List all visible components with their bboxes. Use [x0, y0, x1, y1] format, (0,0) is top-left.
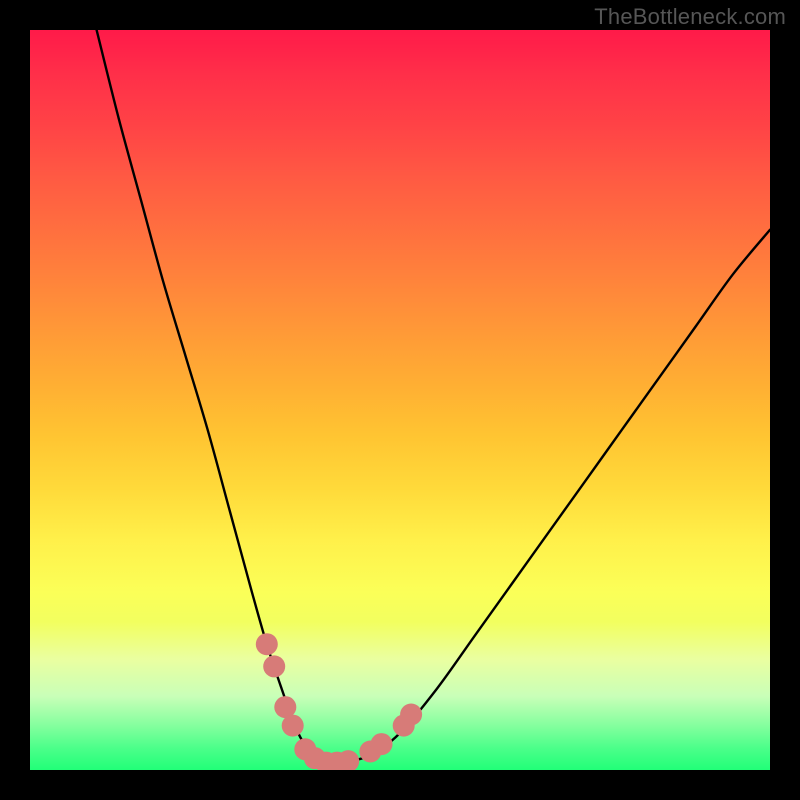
curve-marker: [282, 715, 304, 737]
chart-svg: [30, 30, 770, 770]
chart-frame: TheBottleneck.com: [0, 0, 800, 800]
curve-markers: [256, 633, 422, 770]
curve-marker: [371, 733, 393, 755]
plot-area: [30, 30, 770, 770]
curve-marker: [400, 704, 422, 726]
curve-marker: [263, 655, 285, 677]
bottleneck-curve: [97, 30, 770, 764]
curve-marker: [256, 633, 278, 655]
watermark-text: TheBottleneck.com: [594, 4, 786, 30]
